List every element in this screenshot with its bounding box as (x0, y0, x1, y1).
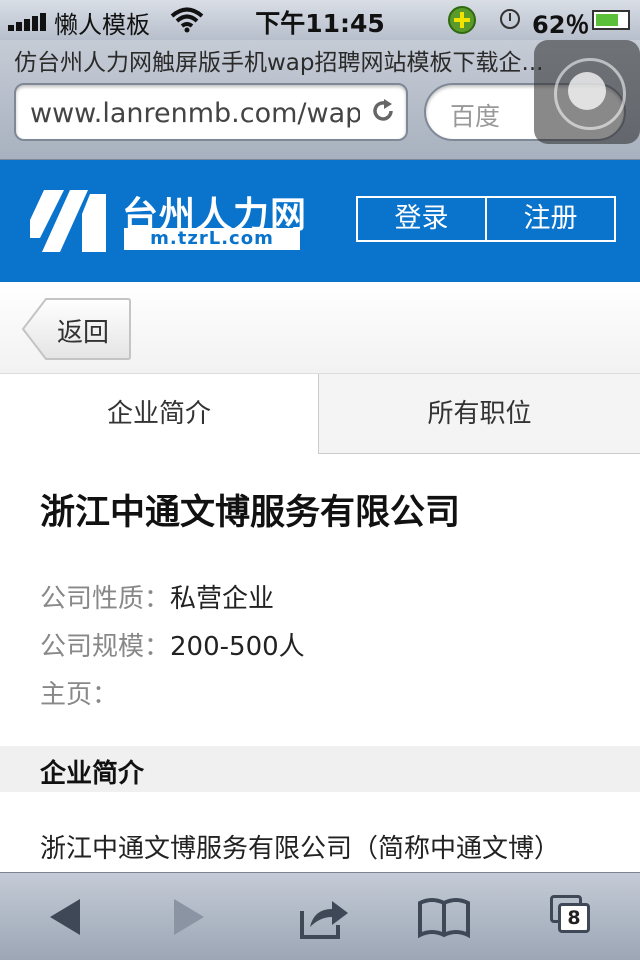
site-header: 台州人力网 m.tzrL.com 登录 注册 (0, 160, 640, 282)
info-row-size: 公司规模：200-500人 (40, 626, 305, 674)
info-label: 主页： (40, 680, 119, 710)
alarm-clock-icon (500, 9, 520, 29)
status-bar: 懒人模板 下午11:45 62％ (0, 0, 640, 40)
logo-icon (30, 190, 106, 252)
browser-toolbar: 8 (0, 872, 640, 960)
tab-company-intro[interactable]: 企业简介 (0, 374, 319, 454)
company-tabs: 企业简介 所有职位 (0, 374, 640, 454)
battery-percent: 62％ (532, 11, 590, 39)
assistive-touch-button[interactable] (534, 40, 640, 144)
reload-icon[interactable] (370, 98, 396, 124)
address-bar[interactable]: www.lanrenmb.com/wap (14, 83, 408, 141)
url-text[interactable]: www.lanrenmb.com/wap (30, 98, 360, 129)
share-icon[interactable] (294, 891, 354, 943)
section-title: 企业简介 (40, 759, 145, 789)
back-arrow-icon[interactable] (36, 891, 96, 943)
section-header: 企业简介 (0, 746, 640, 792)
app-plus-icon (448, 6, 476, 34)
browser-chrome: 仿台州人力网触屏版手机wap招聘网站模板下载企... www.lanrenmb.… (0, 40, 640, 160)
forward-arrow-icon[interactable] (158, 891, 218, 943)
info-value: 200-500人 (170, 632, 305, 662)
auth-buttons: 登录 注册 (356, 196, 616, 242)
battery-icon (592, 10, 630, 30)
bookmarks-icon[interactable] (414, 891, 474, 943)
tabs-count: 8 (558, 903, 590, 933)
info-label: 公司性质： (40, 584, 171, 614)
back-label: 返回 (57, 318, 110, 348)
company-intro-text: 浙江中通文博服务有限公司（简称中通文博） (40, 834, 561, 864)
register-button[interactable]: 注册 (485, 198, 614, 240)
login-button[interactable]: 登录 (358, 198, 485, 240)
back-bar: 返回 (0, 282, 640, 374)
tabs-icon[interactable]: 8 (548, 891, 608, 943)
info-value: 私营企业 (170, 584, 275, 614)
search-placeholder: 百度 (450, 102, 501, 131)
page-title: 仿台州人力网触屏版手机wap招聘网站模板下载企... (14, 50, 544, 76)
tab-all-positions[interactable]: 所有职位 (319, 374, 640, 454)
info-row-nature: 公司性质：私营企业 (40, 578, 305, 626)
company-info-list: 公司性质：私营企业 公司规模：200-500人 主页： (40, 578, 305, 722)
info-label: 公司规模： (40, 632, 171, 662)
info-row-homepage: 主页： (40, 674, 305, 722)
company-name: 浙江中通文博服务有限公司 (40, 493, 461, 533)
logo-domain: m.tzrL.com (124, 228, 300, 250)
